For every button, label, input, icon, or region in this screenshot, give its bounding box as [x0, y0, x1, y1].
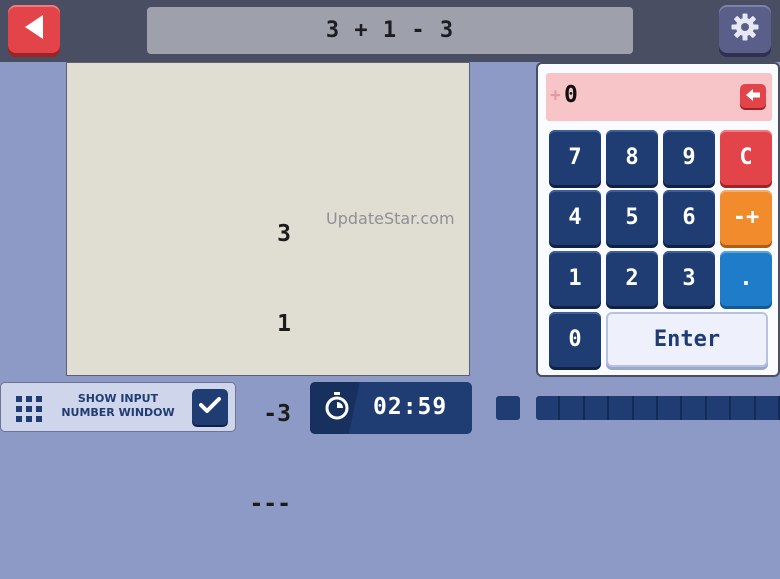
display-value: 0	[564, 82, 578, 108]
progress-segment	[609, 396, 634, 420]
key-4[interactable]: 4	[549, 190, 601, 245]
expression-display: 3 + 1 - 3	[147, 7, 633, 54]
key-6[interactable]: 6	[663, 190, 715, 245]
decimal-key[interactable]: .	[720, 251, 772, 306]
keypad-panel: + 0 7 8 9 C 4 5 6 -+ 1 2 3 . 0 Enter	[536, 62, 780, 377]
stopwatch-icon	[324, 392, 350, 424]
key-2[interactable]: 2	[606, 251, 658, 306]
key-0[interactable]: 0	[549, 312, 601, 367]
sign-toggle-key[interactable]: -+	[720, 190, 772, 245]
checkmark-icon	[199, 396, 221, 418]
show-input-checkbox[interactable]	[192, 389, 228, 425]
watermark: UpdateStar.com	[326, 209, 455, 228]
progress-segment	[658, 396, 683, 420]
backspace-arrow-icon	[745, 87, 761, 106]
gear-icon	[730, 12, 760, 46]
input-display: + 0	[546, 73, 772, 121]
progress-segment	[560, 396, 585, 420]
enter-key[interactable]: Enter	[606, 312, 768, 367]
progress-segment	[682, 396, 707, 420]
back-arrow-icon	[21, 13, 47, 45]
key-9[interactable]: 9	[663, 130, 715, 185]
show-input-label: SHOW INPUT NUMBER WINDOW	[58, 392, 178, 420]
progress-bar	[536, 396, 780, 420]
progress-segment	[536, 396, 561, 420]
sum-divider: ---	[249, 491, 291, 517]
progress-segment	[585, 396, 610, 420]
progress-indicator	[496, 396, 520, 420]
progress-segment	[707, 396, 732, 420]
settings-button[interactable]	[719, 5, 771, 53]
clear-key[interactable]: C	[720, 130, 772, 185]
problem-board: 3 1 -3 --- UpdateStar.com	[66, 62, 470, 517]
operand-2: 1	[277, 311, 291, 337]
back-button[interactable]	[8, 5, 60, 53]
display-sign: +	[550, 85, 561, 106]
backspace-button[interactable]	[740, 84, 766, 108]
key-5[interactable]: 5	[606, 190, 658, 245]
timer-value: 02:59	[373, 394, 448, 420]
vertical-problem: 3 1 -3 ---	[236, 159, 291, 579]
key-8[interactable]: 8	[606, 130, 658, 185]
keypad-grid-icon	[16, 396, 42, 426]
show-input-label-line1: SHOW INPUT	[77, 392, 159, 405]
key-1[interactable]: 1	[549, 251, 601, 306]
progress-segment	[731, 396, 756, 420]
progress-segment	[756, 396, 780, 420]
timer: 02:59	[310, 382, 472, 434]
show-input-label-line2: NUMBER WINDOW	[61, 406, 175, 419]
progress-segment	[634, 396, 659, 420]
operand-1: 3	[277, 221, 291, 247]
key-3[interactable]: 3	[663, 251, 715, 306]
show-input-toggle[interactable]: SHOW INPUT NUMBER WINDOW	[0, 382, 236, 432]
key-7[interactable]: 7	[549, 130, 601, 185]
operand-3: -3	[263, 401, 291, 427]
